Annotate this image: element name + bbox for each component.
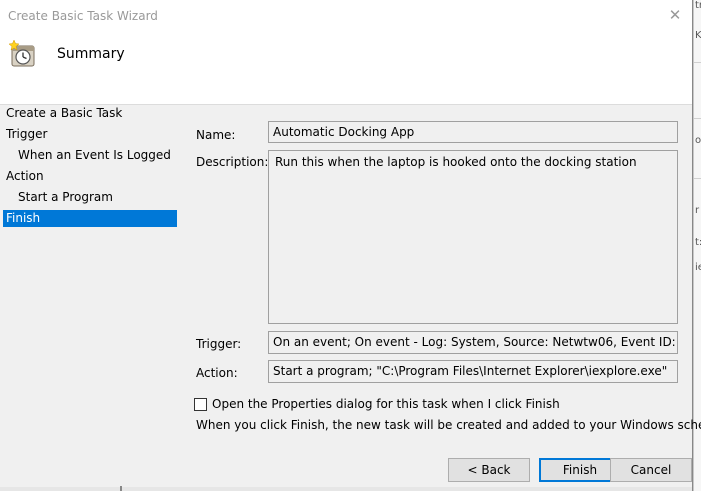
description-field: Run this when the laptop is hooked onto …	[268, 150, 678, 324]
wizard-step-trigger[interactable]: Trigger	[6, 126, 47, 143]
wizard-step-finish[interactable]: Finish	[3, 210, 177, 227]
back-button[interactable]: < Back	[448, 458, 530, 482]
wizard-step-start-program[interactable]: Start a Program	[18, 189, 113, 206]
finish-button[interactable]: Finish	[539, 458, 621, 482]
trigger-label: Trigger:	[196, 337, 242, 351]
footer-strip	[0, 487, 692, 491]
wizard-step-action[interactable]: Action	[6, 168, 44, 185]
background-glyph: t:	[695, 237, 701, 248]
background-divider	[694, 178, 701, 179]
name-field: Automatic Docking App	[268, 121, 678, 143]
page-title: Summary	[57, 46, 125, 62]
create-basic-task-dialog: Create Basic Task Wizard ✕ Summary Creat…	[0, 0, 701, 491]
name-label: Name:	[196, 128, 236, 142]
action-field: Start a program; "C:\Program Files\Inter…	[268, 360, 678, 383]
description-label: Description:	[196, 155, 269, 169]
title-bar[interactable]: Create Basic Task Wizard ✕	[0, 0, 692, 30]
action-label: Action:	[196, 366, 238, 380]
window-title: Create Basic Task Wizard	[8, 9, 158, 23]
background-glyph: o	[695, 135, 701, 146]
background-glyph: r	[695, 205, 700, 216]
resize-mark	[120, 486, 122, 491]
wizard-step-when-event-logged[interactable]: When an Event Is Logged	[18, 147, 171, 164]
background-divider	[694, 62, 701, 63]
background-glyph: tr	[695, 0, 701, 11]
cancel-button[interactable]: Cancel	[610, 458, 692, 482]
trigger-field: On an event; On event - Log: System, Sou…	[268, 331, 678, 354]
close-icon: ✕	[668, 6, 682, 24]
open-properties-label[interactable]: Open the Properties dialog for this task…	[212, 397, 560, 411]
task-scheduler-clock-icon	[8, 39, 35, 67]
close-button[interactable]: ✕	[662, 4, 688, 26]
background-glyph: K	[695, 30, 701, 41]
background-divider	[694, 118, 701, 119]
finish-info-text: When you click Finish, the new task will…	[196, 418, 701, 432]
wizard-header: Summary	[0, 30, 692, 105]
open-properties-checkbox[interactable]	[194, 398, 207, 411]
background-glyph: ie	[695, 262, 701, 273]
wizard-step-create-basic-task[interactable]: Create a Basic Task	[6, 105, 122, 122]
